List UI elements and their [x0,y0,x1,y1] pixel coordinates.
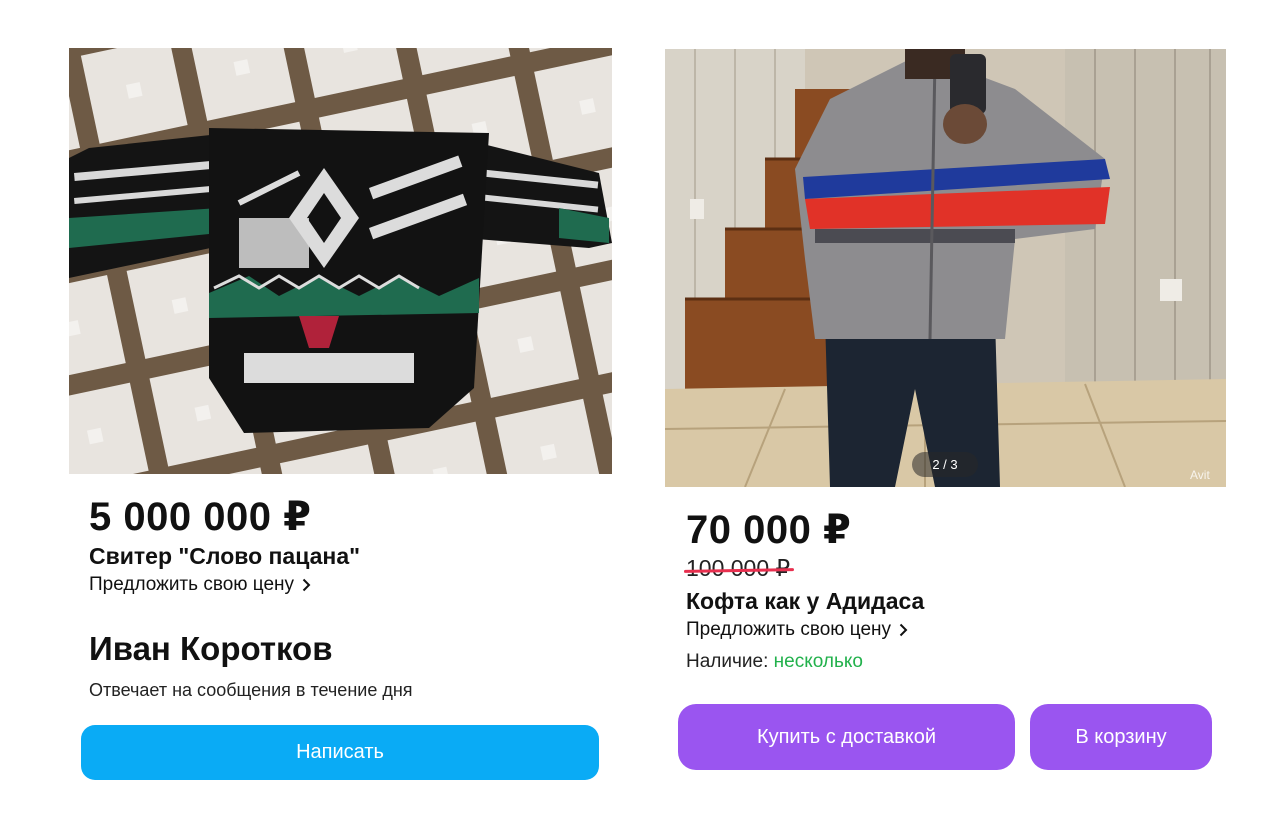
sweater-price: 5 000 000 ₽ [89,495,312,539]
sweater-photo[interactable] [69,48,612,474]
sweater-title[interactable]: Свитер "Слово пацана" [89,543,360,570]
sweater-image [69,48,612,474]
avito-watermark: Avit [1190,468,1210,482]
jacket-photo[interactable] [665,49,1226,487]
jacket-title[interactable]: Кофта как у Адидаса [686,588,924,615]
jacket-old-price: 100 000 ₽ [683,555,795,582]
offer-price-label: Предложить свою цену [89,574,295,595]
seller-name[interactable]: Иван Коротков [89,630,333,668]
availability-label: Наличие: [686,651,769,672]
buy-with-delivery-button[interactable]: Купить с доставкой [678,704,1015,770]
add-to-cart-button[interactable]: В корзину [1030,704,1212,770]
photo-counter: 2 / 3 [912,452,978,477]
jacket-image [665,49,1226,487]
seller-response-time: Отвечает на сообщения в течение дня [89,680,413,700]
availability-value: несколько [773,651,863,672]
jacket-price: 70 000 ₽ [686,508,852,552]
offer-price-link[interactable]: Предложить свою цену [686,619,908,641]
write-message-button[interactable]: Написать [81,725,599,780]
chevron-right-icon [899,623,908,637]
offer-price-link[interactable]: Предложить свою цену [89,574,311,596]
chevron-right-icon [302,578,311,592]
offer-price-label: Предложить свою цену [686,619,892,640]
availability: Наличие: несколько [686,651,863,673]
